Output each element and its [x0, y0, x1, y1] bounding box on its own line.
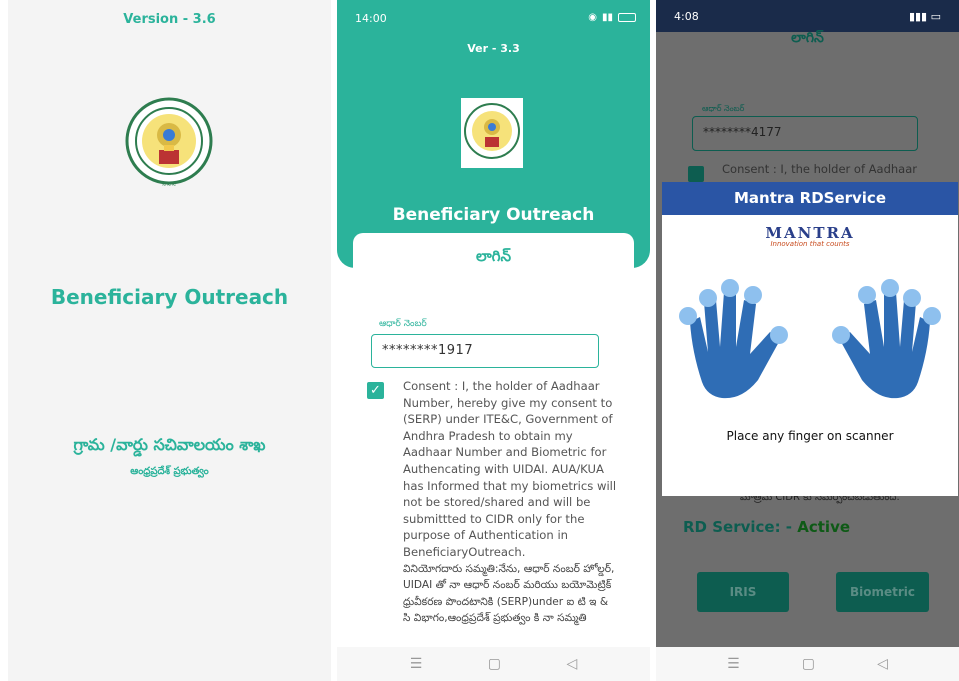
- ap-emblem-logo: [461, 98, 523, 168]
- aadhaar-label: ఆధార్ నెంబర్: [702, 104, 745, 113]
- home-icon[interactable]: ▢: [802, 656, 815, 672]
- menu-icon[interactable]: ☰: [727, 656, 740, 672]
- hands-fingerprint-icon[interactable]: [662, 262, 958, 402]
- back-icon[interactable]: ◁: [877, 656, 888, 672]
- aadhaar-input[interactable]: ********4177: [692, 116, 918, 151]
- status-bar: 14:00 ◉ ▮▮: [355, 12, 636, 25]
- department-title: గ్రామ /వార్డు సచివాలయం శాఖ: [73, 435, 266, 454]
- consent-text: Consent : I, the holder of Aadhaar: [722, 162, 917, 176]
- status-bar: 4:08 ▮▮▮ ▭: [656, 0, 959, 32]
- status-icons: ▮▮▮ ▭: [908, 10, 941, 23]
- mantra-tagline: Innovation that counts: [770, 240, 850, 248]
- login-header: 14:00 ◉ ▮▮ Ver - 3.3 Beneficiary Outreac…: [337, 0, 650, 268]
- consent-checkbox[interactable]: [688, 166, 704, 182]
- dialog-title: Mantra RDService: [662, 182, 958, 215]
- app-title: Beneficiary Outreach: [50, 285, 289, 309]
- nav-bar: ☰ ▢ ◁: [656, 647, 959, 681]
- aadhaar-input[interactable]: ********1917: [371, 334, 599, 368]
- status-time: 14:00: [355, 12, 387, 25]
- signal-icon: ▮▮: [601, 12, 613, 23]
- back-icon[interactable]: ◁: [566, 656, 577, 672]
- consent-english: Consent : I, the holder of Aadhaar Numbe…: [403, 379, 617, 559]
- consent-text: Consent : I, the holder of Aadhaar Numbe…: [403, 378, 618, 627]
- iris-button[interactable]: IRIS: [697, 572, 789, 612]
- version-label: Ver - 3.3: [467, 42, 520, 55]
- login-title: లాగిన్: [476, 247, 511, 265]
- menu-icon[interactable]: ☰: [410, 656, 423, 672]
- svg-text:~~~: ~~~: [161, 182, 176, 189]
- battery-icon: [618, 13, 636, 22]
- rd-service-label: RD Service: -: [683, 518, 793, 536]
- rd-service-value: Active: [797, 518, 851, 536]
- status-time: 4:08: [674, 10, 699, 23]
- government-subtitle: ఆంధ్రప్రదేశ్ ప్రభుత్వం: [130, 466, 209, 477]
- nav-bar: ☰ ▢ ◁: [337, 647, 650, 681]
- login-screen: 14:00 ◉ ▮▮ Ver - 3.3 Beneficiary Outreac…: [337, 0, 650, 681]
- aadhaar-label: ఆధార్ నెంబర్: [379, 319, 427, 329]
- rdservice-screen: 4:08 ▮▮▮ ▭ లాగిన్ ఆధార్ నెంబర్ ********4…: [656, 0, 959, 681]
- version-label: Version - 3.6: [123, 12, 216, 27]
- mantra-rdservice-dialog: Mantra RDService MANTRA Innovation that …: [662, 182, 958, 496]
- app-title: Beneficiary Outreach: [392, 205, 595, 225]
- ap-emblem-logo: ~~~: [124, 95, 214, 195]
- status-icons: ◉ ▮▮: [588, 12, 636, 25]
- home-icon[interactable]: ▢: [488, 656, 501, 672]
- consent-telugu: వినియోగదారు సమ్మతి:నేను, ఆధార్ నంబర్ హోల…: [403, 562, 615, 625]
- splash-screen: Version - 3.6 ~~~ Beneficiary Outreach గ…: [8, 0, 331, 681]
- rd-service-status: RD Service: - Active: [683, 518, 850, 536]
- biometric-button[interactable]: Biometric: [836, 572, 929, 612]
- scanner-instruction: Place any finger on scanner: [726, 429, 894, 443]
- location-icon: ◉: [588, 12, 597, 23]
- consent-checkbox[interactable]: ✓: [367, 382, 384, 399]
- login-title: లాగిన్: [791, 30, 824, 46]
